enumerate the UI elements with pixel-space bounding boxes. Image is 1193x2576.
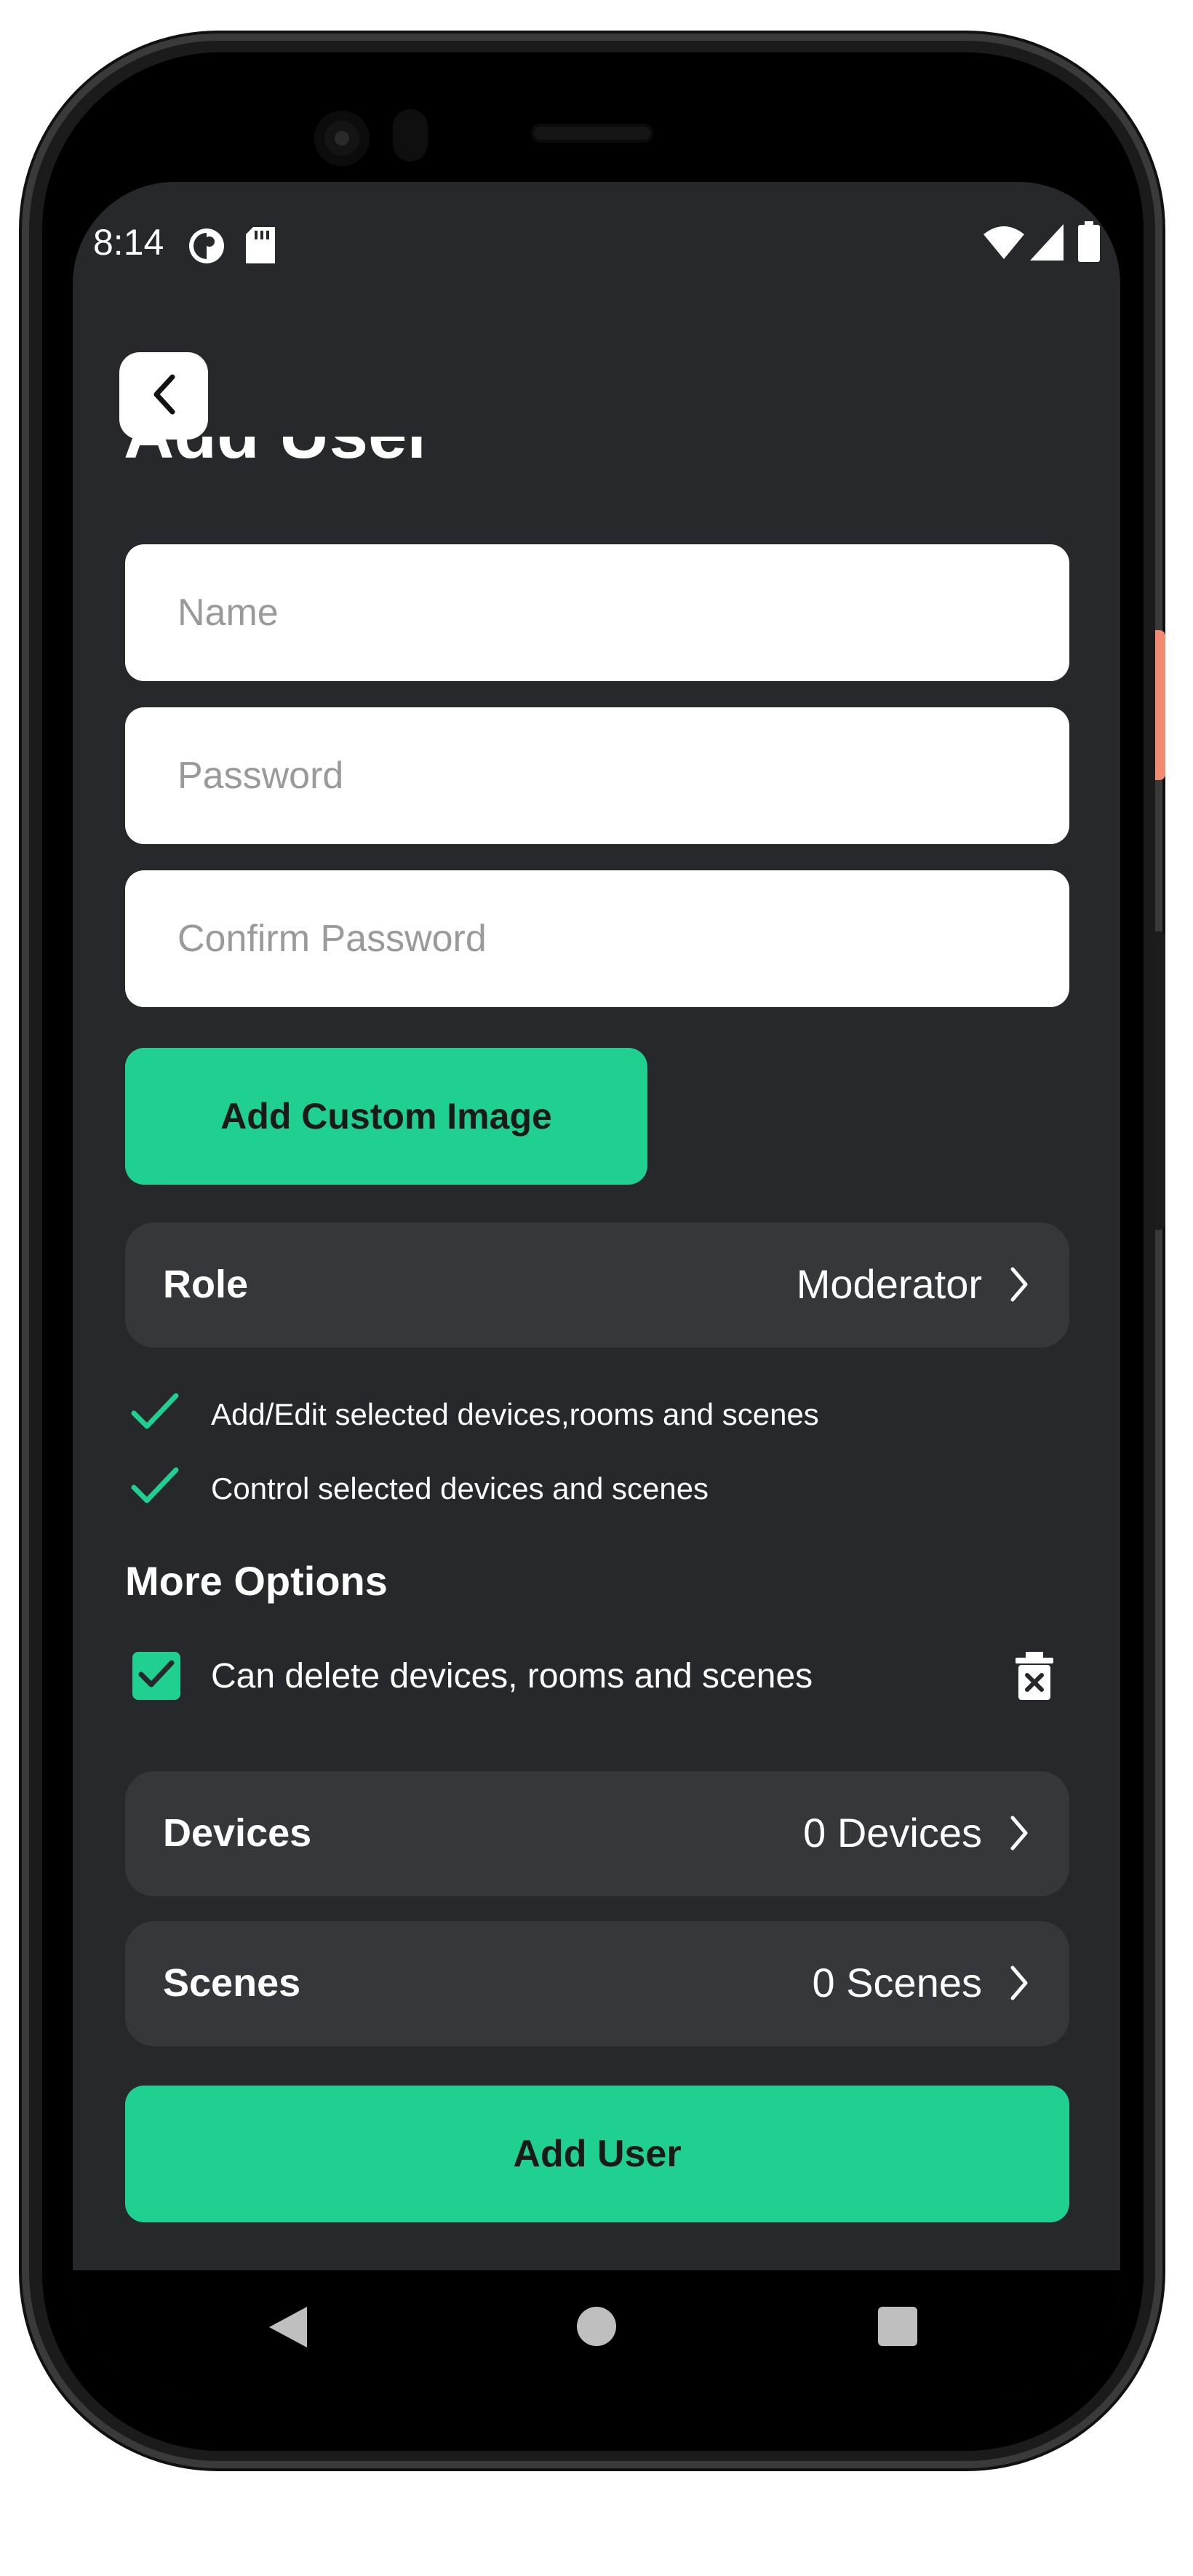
chevron-right-icon <box>1008 1815 1030 1855</box>
role-selector[interactable]: Role Moderator <box>125 1223 1069 1348</box>
scenes-count: 0 Scenes <box>812 1960 983 2005</box>
cell-signal-icon <box>1030 224 1064 264</box>
chevron-right-icon <box>1008 1965 1030 2005</box>
more-options-heading: More Options <box>125 1558 388 1604</box>
check-icon <box>138 1660 175 1693</box>
wifi-icon <box>983 226 1024 263</box>
back-button[interactable] <box>119 352 208 440</box>
add-custom-image-button[interactable]: Add Custom Image <box>125 1048 647 1185</box>
earpiece-speaker <box>531 124 653 143</box>
trash-icon[interactable] <box>1016 1652 1053 1704</box>
status-time: 8:14 <box>93 222 164 263</box>
delete-option-label: Can delete devices, rooms and scenes <box>211 1657 813 1696</box>
devices-label: Devices <box>163 1811 312 1855</box>
back-triangle-icon[interactable] <box>269 2307 307 2351</box>
home-circle-icon[interactable] <box>577 2307 616 2346</box>
recents-square-icon[interactable] <box>878 2307 917 2346</box>
page-title: Add User <box>124 437 851 466</box>
status-bar: 8:14 <box>73 182 1120 306</box>
chevron-left-icon <box>149 373 178 420</box>
role-label: Role <box>163 1263 249 1306</box>
system-nav-bar <box>73 2270 1120 2394</box>
checkmark-icon <box>131 1466 179 1514</box>
pinwheel-icon <box>188 227 226 269</box>
add-user-button[interactable]: Add User <box>125 2086 1069 2222</box>
devices-count: 0 Devices <box>803 1810 982 1856</box>
password-field[interactable] <box>125 707 1069 844</box>
checkmark-icon <box>131 1391 179 1439</box>
permission-text: Control selected devices and scenes <box>211 1471 709 1506</box>
chevron-right-icon <box>1008 1266 1030 1306</box>
permission-text: Add/Edit selected devices,rooms and scen… <box>211 1397 819 1431</box>
name-field[interactable] <box>125 544 1069 681</box>
delete-permission-checkbox[interactable] <box>132 1652 180 1700</box>
scenes-label: Scenes <box>163 1961 301 2005</box>
front-camera <box>314 111 370 166</box>
confirm-password-field[interactable] <box>125 870 1069 1007</box>
devices-selector[interactable]: Devices 0 Devices <box>125 1771 1069 1896</box>
power-button <box>1155 630 1165 780</box>
volume-button <box>1155 931 1165 1230</box>
role-value: Moderator <box>796 1261 982 1307</box>
battery-icon <box>1078 221 1100 266</box>
app-screen: 8:14 Add User Add Custom Image Role Mode… <box>73 182 1120 2394</box>
scenes-selector[interactable]: Scenes 0 Scenes <box>125 1921 1069 2046</box>
proximity-sensor <box>393 109 428 162</box>
sd-card-icon <box>246 227 275 267</box>
